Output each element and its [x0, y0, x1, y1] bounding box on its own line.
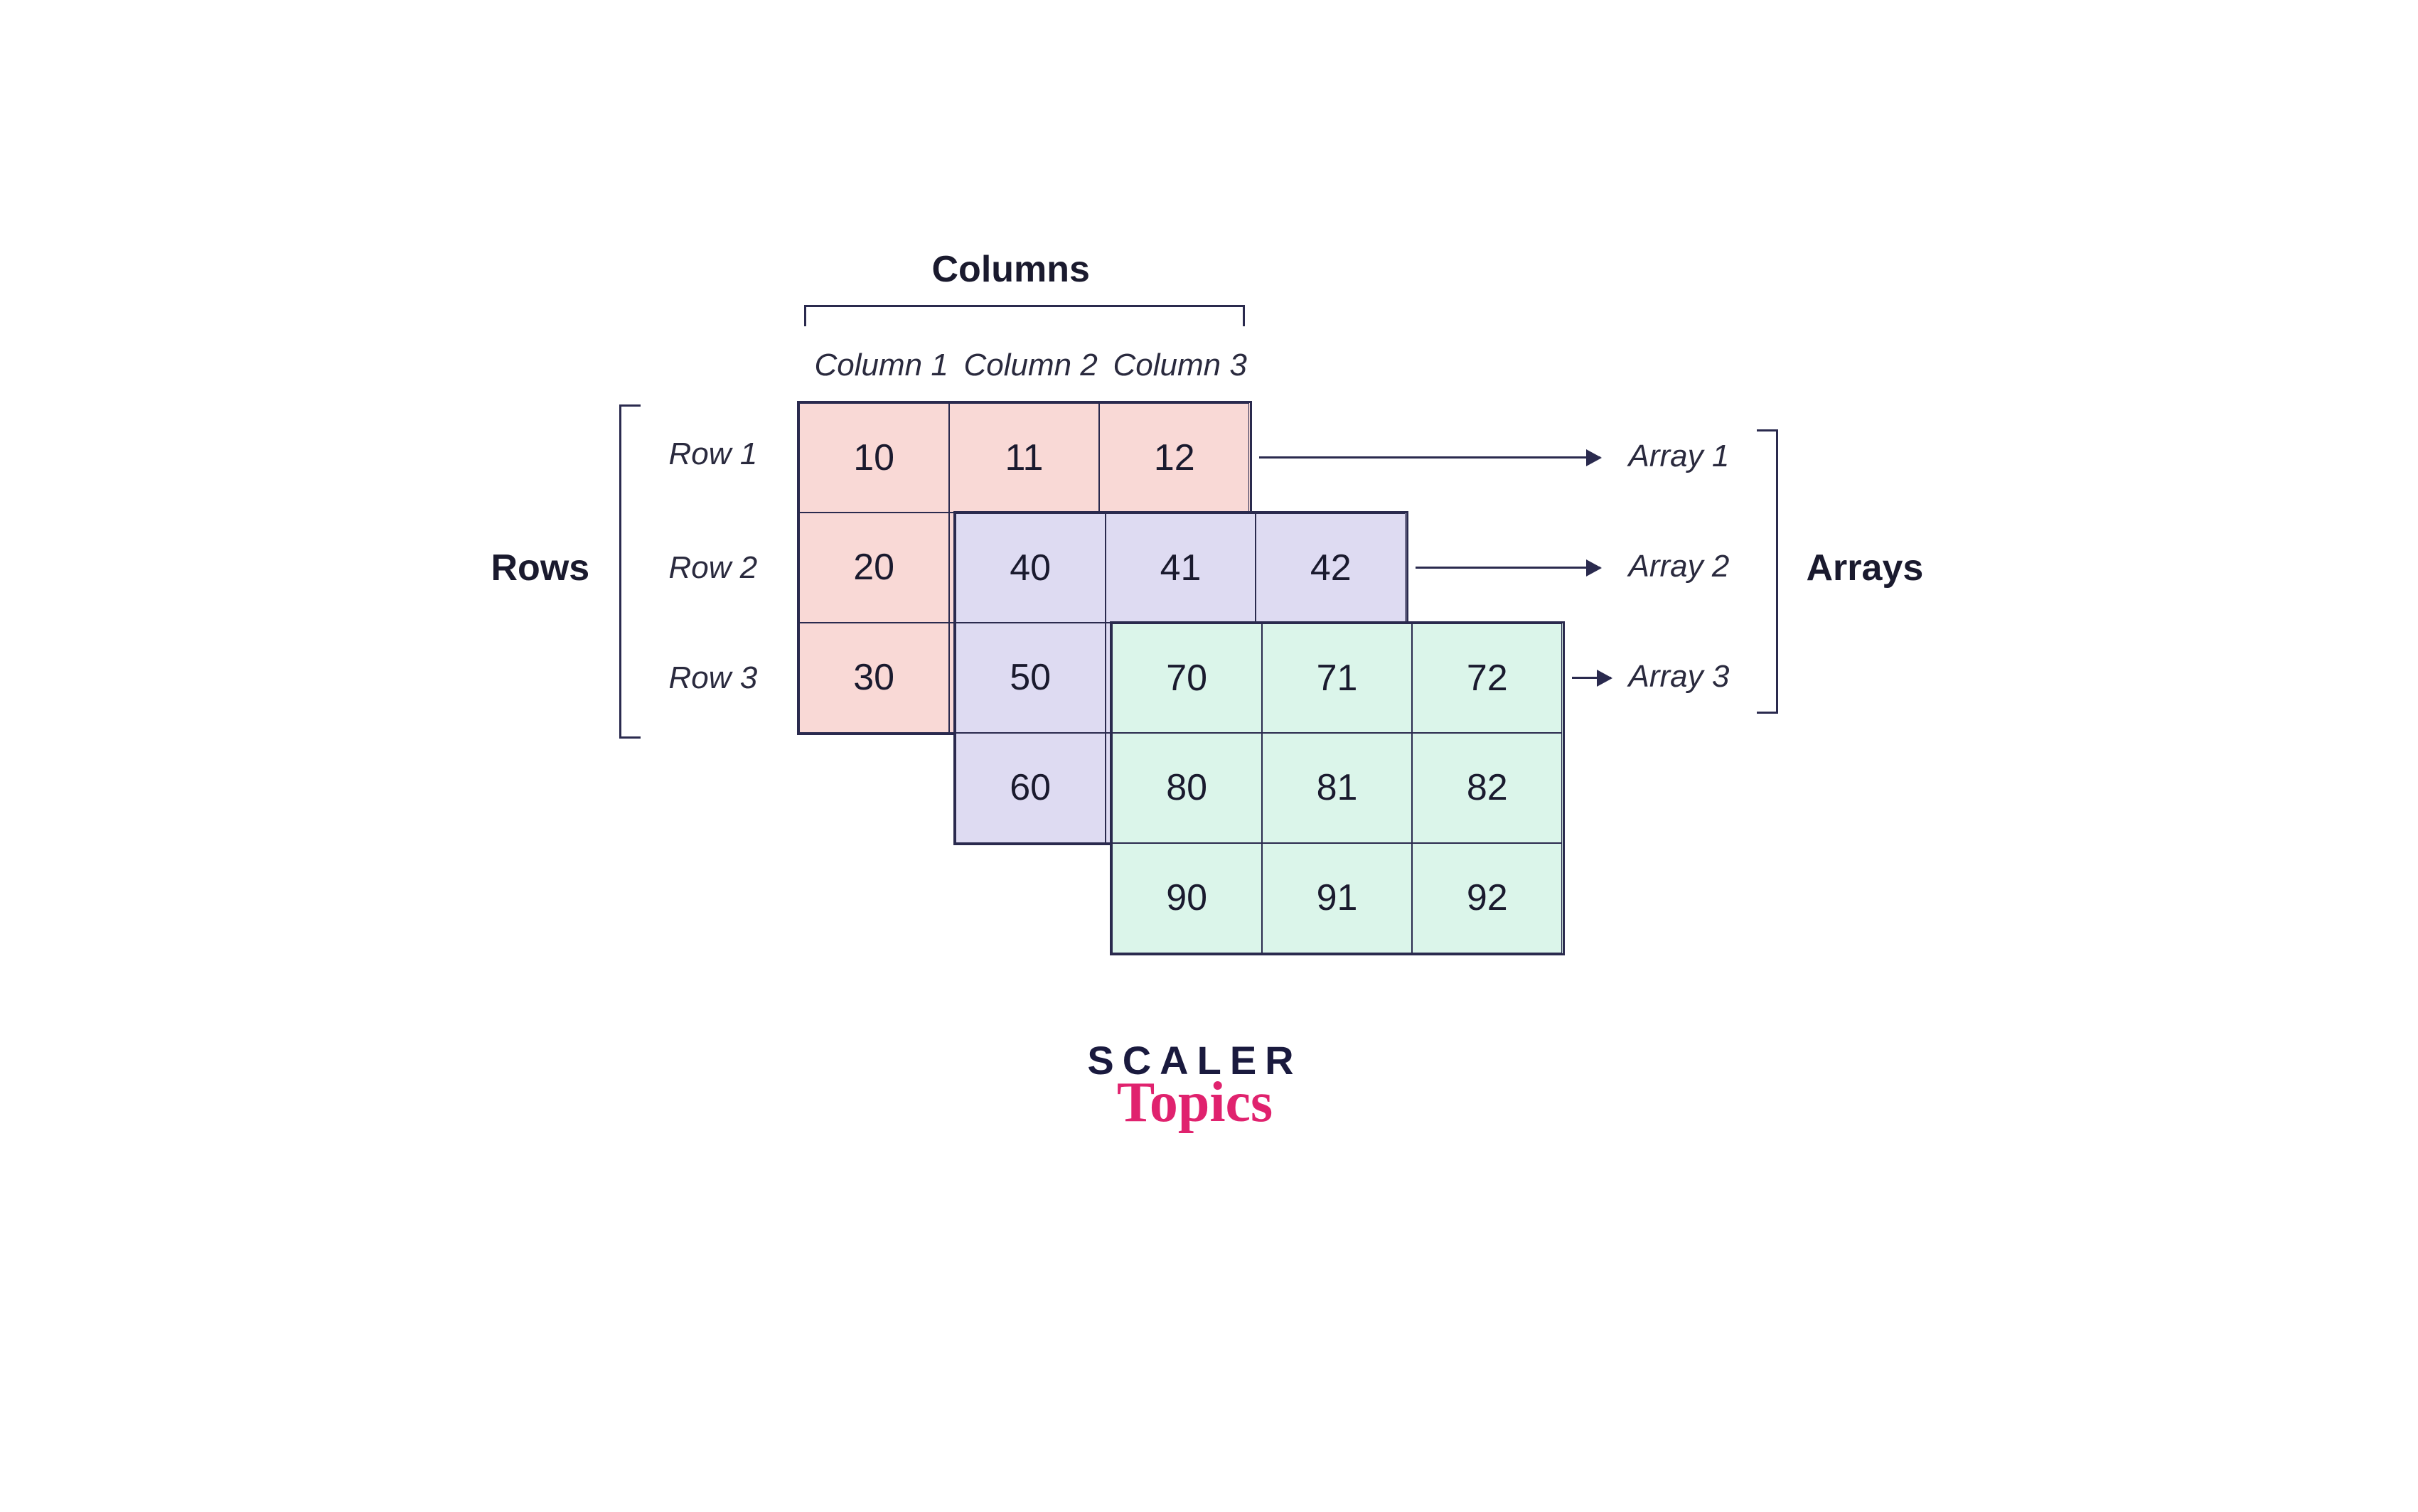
- array-layer-3: 70 71 72 80 81 82 90 91 92: [1110, 621, 1565, 955]
- row-1-label: Row 1: [669, 436, 758, 472]
- row-3-label: Row 3: [669, 660, 758, 696]
- cell-l2-r1-c3: 42: [1256, 513, 1406, 623]
- cell-l2-r3-c1: 60: [956, 733, 1106, 843]
- cell-l1-r3-c1: 30: [799, 623, 949, 733]
- cell-l3-r1-c3: 72: [1412, 623, 1562, 734]
- cell-l3-r1-c1: 70: [1112, 623, 1262, 734]
- array-2-label: Array 2: [1629, 549, 1730, 584]
- cell-l1-r1-c2: 11: [949, 403, 1099, 513]
- cell-l2-r1-c2: 41: [1106, 513, 1256, 623]
- cell-l3-r3-c2: 91: [1262, 843, 1412, 953]
- cell-l2-r1-c1: 40: [956, 513, 1106, 623]
- arrays-bracket: [1757, 429, 1778, 714]
- arrow-array-1: [1259, 456, 1600, 459]
- column-1-label: Column 1: [815, 348, 948, 383]
- array-1-label: Array 1: [1629, 439, 1730, 474]
- array-3-label: Array 3: [1629, 659, 1730, 695]
- cell-l1-r1-c1: 10: [799, 403, 949, 513]
- cell-l1-r1-c3: 12: [1099, 403, 1249, 513]
- cell-l3-r2-c1: 80: [1112, 733, 1262, 843]
- diagram-stage: Columns Column 1 Column 2 Column 3 Rows …: [427, 248, 1991, 1172]
- arrow-array-3: [1572, 677, 1611, 679]
- row-2-label: Row 2: [669, 550, 758, 586]
- cell-l2-r2-c1: 50: [956, 623, 1106, 733]
- cell-l3-r3-c1: 90: [1112, 843, 1262, 953]
- cell-l3-r2-c3: 82: [1412, 733, 1562, 843]
- cell-l3-r2-c2: 81: [1262, 733, 1412, 843]
- cell-l3-r3-c3: 92: [1412, 843, 1562, 953]
- cell-l1-r2-c1: 20: [799, 513, 949, 623]
- columns-bracket: [804, 305, 1245, 326]
- column-2-label: Column 2: [964, 348, 1098, 383]
- scaler-topics-logo: SCALER Topics: [1060, 1037, 1330, 1135]
- cell-l3-r1-c2: 71: [1262, 623, 1412, 734]
- column-3-label: Column 3: [1113, 348, 1247, 383]
- columns-title: Columns: [932, 248, 1090, 291]
- rows-title: Rows: [491, 547, 590, 589]
- rows-bracket: [619, 404, 641, 739]
- arrays-title: Arrays: [1807, 547, 1924, 589]
- arrow-array-2: [1416, 567, 1600, 569]
